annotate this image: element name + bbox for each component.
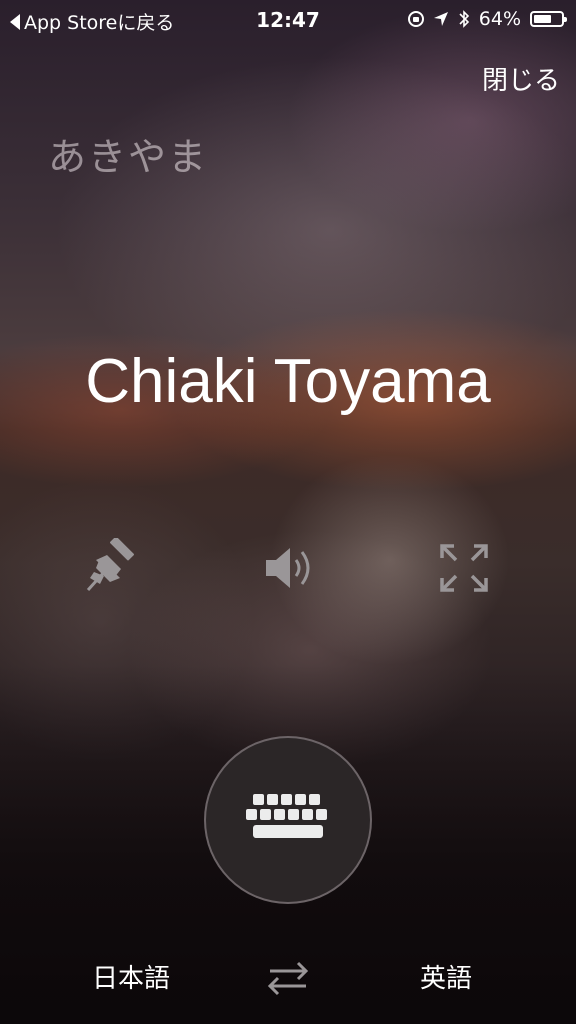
fullscreen-icon [440,544,488,592]
battery-percent: 64% [478,8,521,30]
pin-icon [86,538,134,592]
source-text: あきやま [48,135,209,179]
battery-icon [530,11,567,27]
keyboard-icon [246,794,327,838]
bluetooth-icon [459,10,469,28]
location-arrow-icon [433,12,448,26]
close-button[interactable]: 閉じる [482,60,560,97]
translated-text: Chiaki Toyama [85,347,491,416]
swap-arrows-icon[interactable] [264,958,312,998]
translate-screen: App Storeに戻る 12:47 64% 閉じる あきやま Chiaki T… [0,0,576,1024]
speaker-icon [266,548,310,588]
battery-level-fill [534,15,551,23]
keyboard-button[interactable] [204,736,372,904]
pin-button[interactable] [80,538,140,598]
speaker-button[interactable] [262,538,322,598]
status-indicators: 64% [407,8,567,30]
target-language-button[interactable]: 英語 [420,958,472,995]
fullscreen-button[interactable] [434,538,494,598]
status-bar: App Storeに戻る 12:47 64% [0,0,576,38]
source-language-button[interactable]: 日本語 [92,958,170,995]
rotation-lock-icon [407,11,424,27]
